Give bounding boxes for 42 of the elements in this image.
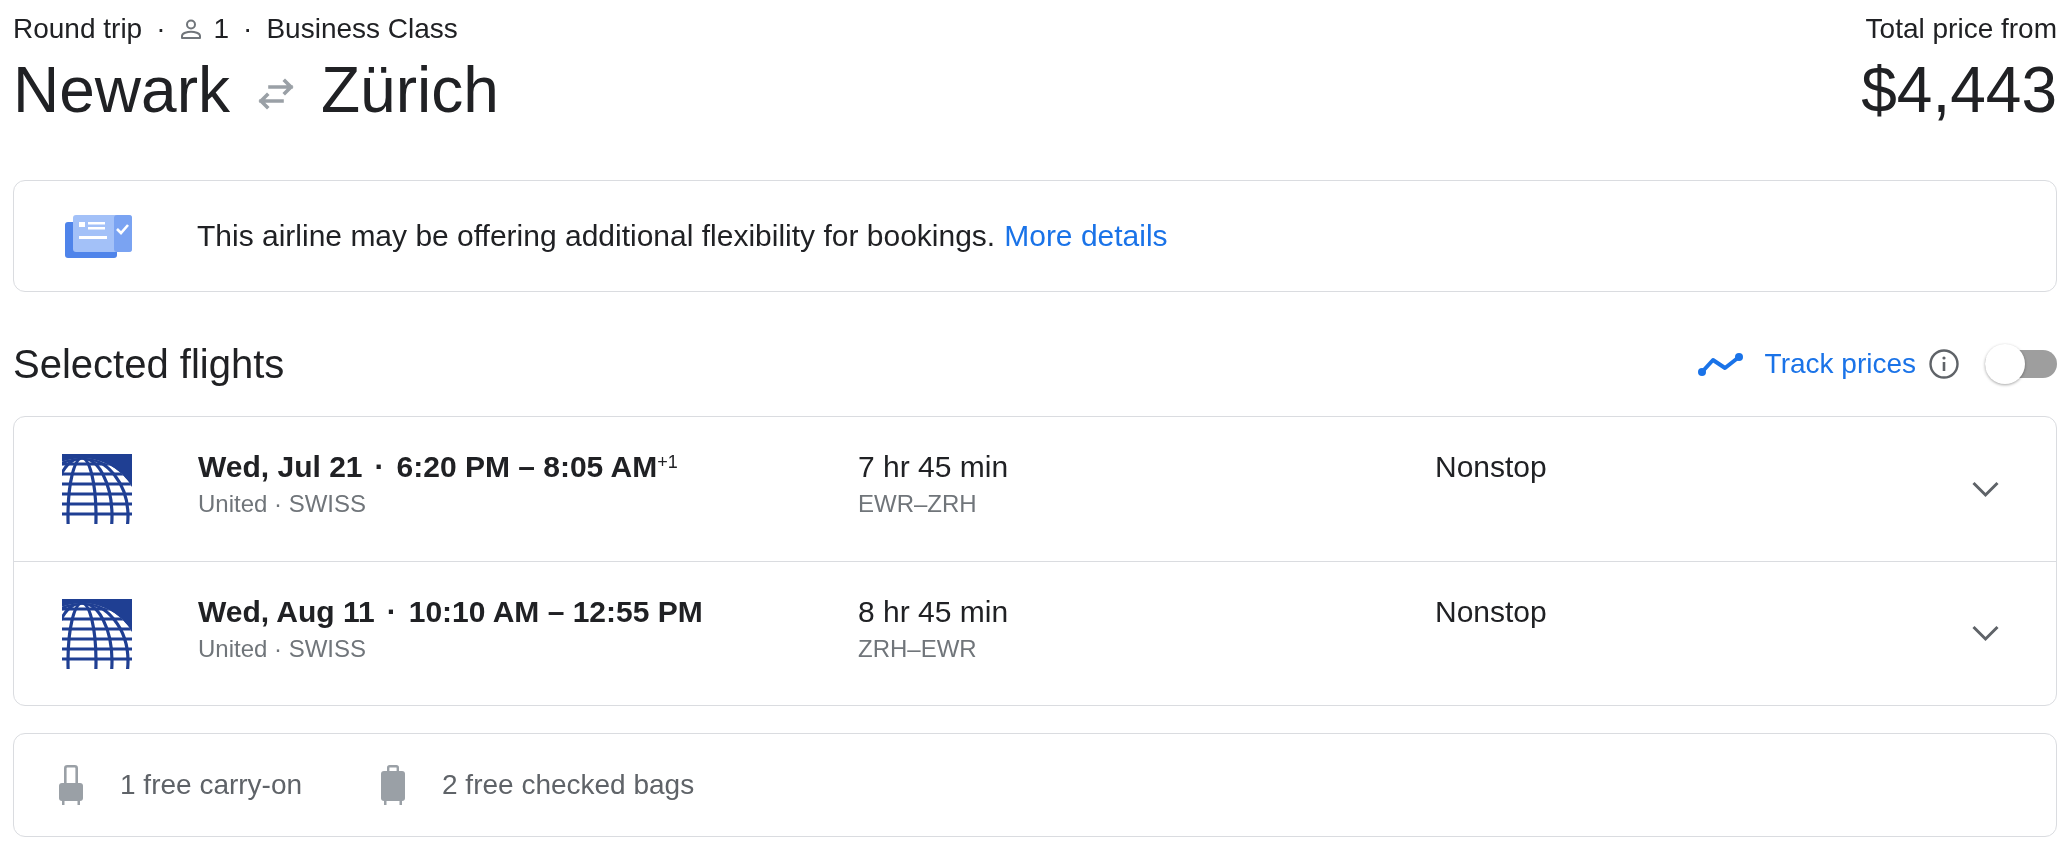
expand-button[interactable] — [1971, 625, 2000, 642]
flight-times: 10:10 AM – 12:55 PM — [408, 594, 703, 630]
carry-on-bag-icon — [58, 765, 84, 805]
total-price: $4,443 — [1861, 58, 2057, 122]
destination-city: Zürich — [320, 58, 499, 122]
separator-dot: · — [243, 12, 253, 46]
passenger-count: 1 — [213, 12, 230, 46]
flight-date: Wed, Jul 21 — [198, 449, 363, 485]
suitcase-icon — [380, 765, 406, 805]
stops-label: Nonstop — [1435, 594, 1547, 630]
flight-times: 6:20 PM – 8:05 AM$^{+1}$ — [396, 449, 678, 485]
expand-button[interactable] — [1971, 480, 2000, 498]
airport-route: ZRH–EWR — [858, 634, 977, 664]
trip-detail: Business Class — [266, 12, 458, 46]
person-icon — [179, 19, 202, 39]
chevron-down-icon — [1971, 480, 2000, 498]
trend-line-icon — [1697, 352, 1743, 376]
globe-logo-icon — [62, 598, 132, 669]
more-details-link[interactable]: More details — [1004, 219, 1168, 252]
airline-names: United · SWISS — [198, 634, 367, 664]
stops-label: Nonstop — [1435, 449, 1547, 485]
baggage-allowance: 2 free checked bags — [442, 768, 695, 802]
globe-logo-icon — [62, 454, 132, 524]
baggage-allowance: 1 free carry-on — [120, 768, 303, 802]
track-prices-label: Track prices — [1764, 347, 1916, 381]
ticket-cards-icon — [65, 214, 132, 258]
track-prices-toggle[interactable] — [1985, 344, 2057, 384]
chevron-down-icon — [1971, 625, 2000, 642]
price-label: Total price from — [1865, 12, 2057, 46]
separator-dot: · — [156, 12, 166, 46]
airline-names: United · SWISS — [198, 489, 367, 519]
trip-detail: Round trip — [13, 12, 143, 46]
notice-text: This airline may be offering additional flexibility for bookings. More details — [197, 218, 1168, 254]
section-title: Selected flights — [13, 342, 285, 386]
origin-city: Newark — [13, 58, 230, 122]
separator-dot: · — [386, 594, 397, 630]
info-icon[interactable] — [1929, 349, 1959, 379]
flight-date: Wed, Aug 11 — [198, 594, 375, 630]
airport-route: EWR–ZRH — [858, 489, 977, 519]
flight-duration: 7 hr 45 min — [858, 449, 1009, 485]
flight-duration: 8 hr 45 min — [858, 594, 1009, 630]
separator-dot: · — [374, 449, 385, 485]
